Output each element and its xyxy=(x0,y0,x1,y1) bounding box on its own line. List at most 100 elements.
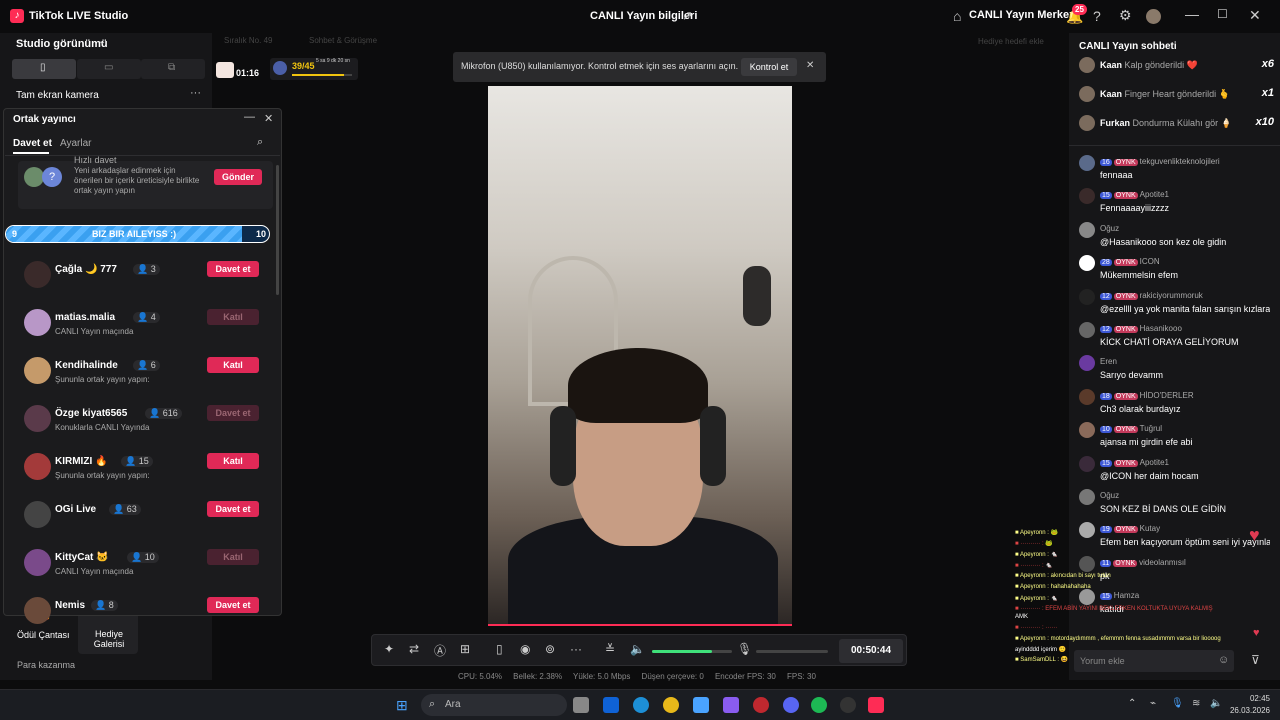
close-icon[interactable]: ✕ xyxy=(264,112,273,125)
outlook-icon[interactable] xyxy=(603,697,619,713)
chat-username[interactable]: Oğuz xyxy=(1100,224,1119,233)
avatar[interactable] xyxy=(1079,188,1095,205)
settings-app-icon[interactable] xyxy=(693,697,709,713)
media-player-icon[interactable] xyxy=(753,697,769,713)
maximize-icon[interactable]: ☐ xyxy=(1217,7,1228,21)
chat-username[interactable]: rakiciyorummoruk xyxy=(1140,291,1203,300)
avatar[interactable] xyxy=(1079,288,1095,305)
viewer-count: 👤 8 xyxy=(91,600,118,611)
check-button[interactable]: Kontrol et xyxy=(741,58,797,76)
chat-username[interactable]: Hasanikooo xyxy=(1140,324,1182,333)
avatar[interactable] xyxy=(1079,322,1095,338)
chat-username[interactable]: Apotite1 xyxy=(1140,458,1169,467)
avatar[interactable] xyxy=(1079,422,1095,439)
avatar[interactable] xyxy=(1079,155,1095,171)
task-view-icon[interactable] xyxy=(573,697,589,713)
chat-username[interactable]: Tuğrul xyxy=(1140,424,1162,433)
chat-username[interactable]: Hamza xyxy=(1114,591,1139,600)
dual-view-button[interactable]: ⧉ xyxy=(141,59,205,79)
microphone-icon[interactable]: 🎙 xyxy=(737,642,752,656)
record-icon[interactable]: ◉ xyxy=(520,642,530,656)
phone-icon[interactable]: ▯ xyxy=(496,642,503,656)
minimize-icon[interactable]: — xyxy=(1185,6,1199,22)
chevron-down-icon[interactable]: ⌄ xyxy=(98,36,106,47)
invite-button[interactable]: Davet et xyxy=(207,501,259,517)
invite-button[interactable]: Katıl xyxy=(207,453,259,469)
more-icon[interactable]: ··· xyxy=(190,87,201,99)
capture-icon[interactable]: ⊚ xyxy=(545,642,555,656)
chat-username[interactable]: Kutay xyxy=(1140,524,1160,533)
copilot-icon[interactable] xyxy=(723,697,739,713)
comment-input[interactable]: Yorum ekle ☺ xyxy=(1074,650,1234,672)
windows-start-icon[interactable]: ⊞ xyxy=(396,697,408,714)
add-source-icon[interactable]: ⊞ xyxy=(460,642,470,656)
studio-view-title[interactable]: Studio görünümü xyxy=(16,38,108,50)
avatar[interactable] xyxy=(1079,455,1095,472)
mic-slider[interactable] xyxy=(756,650,828,653)
avatar[interactable] xyxy=(1079,522,1095,539)
minimize-icon[interactable]: — xyxy=(244,111,255,123)
chat-username[interactable]: Apotite1 xyxy=(1140,190,1169,199)
filter-icon[interactable]: ⊽ xyxy=(1251,653,1260,667)
tray-chevron-icon[interactable]: ⌃ xyxy=(1128,698,1136,709)
avatar[interactable] xyxy=(1079,489,1095,505)
avatar[interactable] xyxy=(1146,9,1161,24)
mixer-icon[interactable]: ≚ xyxy=(605,642,615,656)
invite-button[interactable]: Katıl xyxy=(207,309,259,325)
more-icon[interactable]: ··· xyxy=(570,642,582,656)
close-icon[interactable]: ✕ xyxy=(1249,7,1261,24)
earn-label[interactable]: Para kazanma xyxy=(17,660,75,670)
search-placeholder: Ara xyxy=(445,699,461,710)
magic-wand-icon[interactable]: ✦ xyxy=(384,642,394,656)
avatar[interactable] xyxy=(1079,221,1095,238)
settings-gear-icon[interactable]: ⚙ xyxy=(1119,7,1132,24)
discord-icon[interactable] xyxy=(783,697,799,713)
send-button[interactable]: Gönder xyxy=(214,169,262,185)
speaker-icon[interactable]: 🔈 xyxy=(630,642,645,656)
taskbar-search[interactable]: ⌕ Ara xyxy=(421,694,567,716)
invite-button[interactable]: Davet et xyxy=(207,597,259,613)
clock-date[interactable]: 26.03.2026 xyxy=(1224,706,1270,715)
share-icon[interactable]: ↗ xyxy=(682,8,693,24)
avatar[interactable] xyxy=(1079,388,1095,405)
gift-goal-label[interactable]: Hediye hedefi ekle xyxy=(978,37,1044,46)
network-icon[interactable]: ⌁ xyxy=(1150,698,1156,709)
help-icon[interactable]: ? xyxy=(1093,8,1101,24)
chat-username[interactable]: ICON xyxy=(1140,257,1160,266)
emoji-icon[interactable]: ☺ xyxy=(1218,654,1229,666)
chat-username[interactable]: HİDO'DERLER xyxy=(1140,391,1194,400)
ai-icon[interactable]: Ⓐ xyxy=(434,642,446,659)
landscape-view-button[interactable]: ▭ xyxy=(77,59,141,79)
mic-tray-icon[interactable]: 🎙 xyxy=(1171,698,1184,709)
chrome-icon[interactable] xyxy=(663,697,679,713)
cohost-name: Kendihalinde xyxy=(55,360,118,371)
avatar[interactable] xyxy=(1079,355,1095,372)
tab-settings[interactable]: Ayarlar xyxy=(60,138,92,149)
invite-button[interactable]: Davet et xyxy=(207,261,259,277)
chat-username[interactable]: tekguvenlikteknolojileri xyxy=(1140,157,1220,166)
source-label[interactable]: Tam ekran kamera xyxy=(16,90,99,101)
wifi-icon[interactable]: ≋ xyxy=(1192,698,1200,709)
volume-tray-icon[interactable]: 🔈 xyxy=(1210,698,1222,709)
avatar[interactable] xyxy=(1079,255,1095,272)
chat-username[interactable]: videolanmısıl xyxy=(1139,558,1186,567)
invite-button[interactable]: Davet et xyxy=(207,405,259,421)
clock-time[interactable]: 02:45 xyxy=(1228,694,1270,703)
chat-username[interactable]: Eren xyxy=(1100,357,1117,366)
invite-button[interactable]: Katıl xyxy=(207,357,259,373)
search-icon[interactable]: ⌕ xyxy=(257,136,263,149)
translate-icon[interactable]: ⇄ xyxy=(409,642,419,656)
toast-close-icon[interactable]: ✕ xyxy=(806,60,814,71)
tab-invite[interactable]: Davet et xyxy=(13,138,52,149)
edge-icon[interactable] xyxy=(633,697,649,713)
avatar[interactable] xyxy=(1079,589,1095,606)
obs-icon[interactable] xyxy=(840,697,856,713)
goal-widget[interactable]: 39/45 5 sa 9 dk 20 sn xyxy=(270,58,358,80)
spotify-icon[interactable] xyxy=(811,697,827,713)
invite-button[interactable]: Katıl xyxy=(207,549,259,565)
live-center-button[interactable]: CANLI Yayın Merkezi xyxy=(969,9,1078,21)
avatar[interactable] xyxy=(1079,555,1095,572)
chat-username[interactable]: Oğuz xyxy=(1100,491,1119,500)
portrait-view-button[interactable]: ▯ xyxy=(12,59,76,79)
tiktok-studio-taskbar-icon[interactable] xyxy=(868,697,884,713)
